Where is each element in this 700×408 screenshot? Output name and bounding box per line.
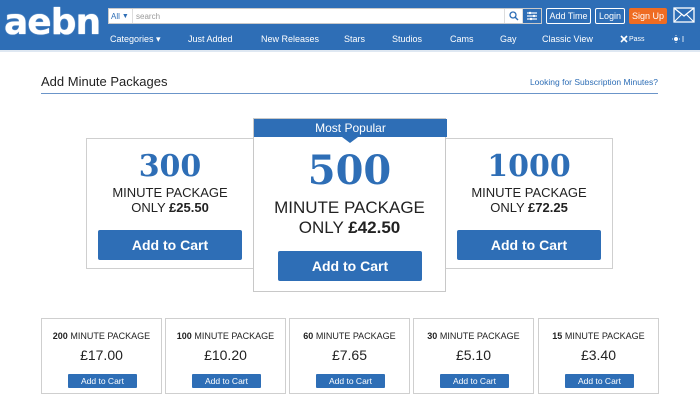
package-price: £7.65 [331,347,368,363]
package-title: 30 MINUTE PACKAGE [414,331,533,341]
nav-cams[interactable]: Cams [450,30,474,48]
package-minutes: 60 [303,331,314,341]
filter-icon [527,11,537,21]
search-scope-label: All [111,11,120,21]
site-header: aebn All ▼ Add Time Login Sign Up [0,0,700,50]
package-minutes: 1000 [487,149,571,184]
add-to-cart-button[interactable]: Add to Cart [565,374,634,388]
nav-stars[interactable]: Stars [344,30,365,48]
xpass-label: Pass [629,35,645,43]
package-card-30: 30 MINUTE PACKAGE £5.10 Add to Cart [413,318,534,394]
package-title: 15 MINUTE PACKAGE [539,331,658,341]
header-divider [0,50,700,52]
nav-new-releases[interactable]: New Releases [261,30,319,48]
package-minutes: 500 [307,147,392,194]
package-label: MINUTE PACKAGE [112,185,228,200]
package-card-100: 100 MINUTE PACKAGE £10.20 Add to Cart [165,318,286,394]
package-card-200: 200 MINUTE PACKAGE £17.00 Add to Cart [41,318,162,394]
add-to-cart-button[interactable]: Add to Cart [316,374,385,388]
package-price: £25.50 [169,200,209,215]
package-price: £10.20 [204,347,247,363]
theme-toggle-icon [672,35,689,43]
package-title: 200 MINUTE PACKAGE [42,331,161,341]
package-label: MINUTE PACKAGE [471,185,587,200]
package-minutes: 100 [176,331,192,341]
package-price: £3.40 [580,347,617,363]
banner-pointer [342,137,358,143]
search-icon [508,11,518,21]
nav-xpass[interactable]: Pass [620,30,645,48]
add-to-cart-button[interactable]: Add to Cart [68,374,137,388]
package-minutes: 15 [552,331,563,341]
package-card-500: Most Popular 500 MINUTE PACKAGE ONLY £42… [253,118,447,292]
package-label: MINUTE PACKAGE [70,331,151,341]
nav-classic-view[interactable]: Classic View [542,30,593,48]
search-input[interactable] [133,9,504,23]
search-button[interactable] [504,9,522,23]
nav-studios[interactable]: Studios [392,30,422,48]
package-label: MINUTE PACKAGE [315,331,396,341]
package-card-1000: 1000 MINUTE PACKAGE ONLY £72.25 Add to C… [445,138,613,269]
add-to-cart-button[interactable]: Add to Cart [457,230,601,260]
page-title: Add Minute Packages [41,74,168,89]
price-prefix: ONLY [298,218,344,237]
mail-icon[interactable] [673,6,695,24]
package-price: £5.10 [455,347,492,363]
sign-up-button[interactable]: Sign Up [629,8,667,24]
nav-gay[interactable]: Gay [500,30,517,48]
package-price-line: ONLY £25.50 [87,200,253,215]
package-minutes: 30 [427,331,438,341]
filter-button[interactable] [522,9,541,23]
add-to-cart-button[interactable]: Add to Cart [98,230,242,260]
most-popular-banner: Most Popular [254,119,447,137]
package-label: MINUTE PACKAGE [274,198,425,217]
add-time-button[interactable]: Add Time [546,8,591,24]
package-card-300: 300 MINUTE PACKAGE ONLY £25.50 Add to Ca… [86,138,254,269]
package-price: £72.25 [528,200,568,215]
nav-just-added[interactable]: Just Added [188,30,233,48]
x-icon [620,35,628,43]
add-to-cart-button[interactable]: Add to Cart [278,251,422,281]
package-label: MINUTE PACKAGE [564,331,645,341]
theme-toggle[interactable] [672,30,692,48]
package-price: £42.50 [348,218,401,237]
package-label: MINUTE PACKAGE [194,331,275,341]
package-price-line: ONLY £42.50 [254,218,445,238]
subscription-minutes-link[interactable]: Looking for Subscription Minutes? [530,77,658,87]
title-divider [41,93,658,94]
price-prefix: ONLY [490,200,525,215]
login-button[interactable]: Login [595,8,625,24]
search-bar: All ▼ [108,8,542,24]
add-to-cart-button[interactable]: Add to Cart [440,374,509,388]
aebn-logo[interactable]: aebn [4,3,102,47]
package-card-15: 15 MINUTE PACKAGE £3.40 Add to Cart [538,318,659,394]
add-to-cart-button[interactable]: Add to Cart [192,374,261,388]
nav-categories[interactable]: Categories ▾ [110,30,161,48]
package-title: 100 MINUTE PACKAGE [166,331,285,341]
price-prefix: ONLY [131,200,166,215]
package-card-60: 60 MINUTE PACKAGE £7.65 Add to Cart [289,318,410,394]
package-price-line: ONLY £72.25 [446,200,612,215]
chevron-down-icon: ▼ [121,12,129,20]
package-title: 60 MINUTE PACKAGE [290,331,409,341]
package-label: MINUTE PACKAGE [439,331,520,341]
package-minutes: 300 [138,149,202,184]
search-scope-dropdown[interactable]: All ▼ [109,9,133,23]
package-minutes: 200 [52,331,68,341]
package-price: £17.00 [80,347,123,363]
